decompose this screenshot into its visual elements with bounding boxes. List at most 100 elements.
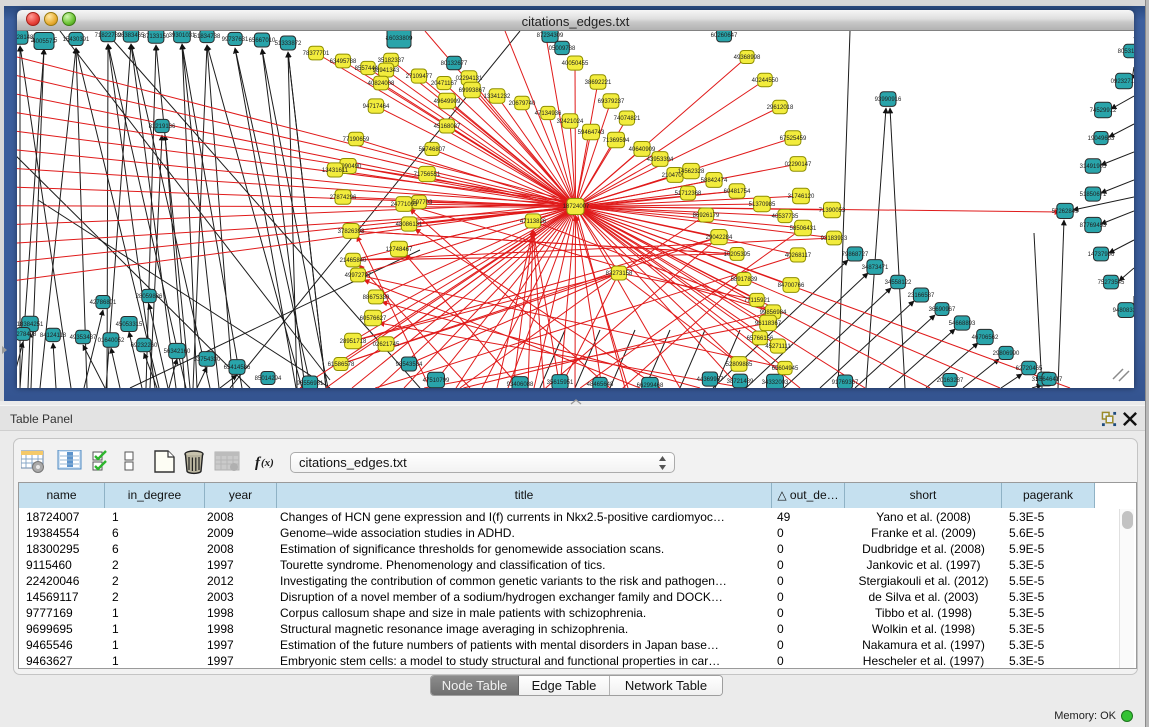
svg-text:02290147: 02290147 bbox=[785, 162, 812, 168]
svg-text:65604945: 65604945 bbox=[772, 366, 799, 372]
svg-text:38721489: 38721489 bbox=[727, 379, 754, 385]
svg-text:01640052: 01640052 bbox=[98, 338, 125, 344]
svg-text:94717464: 94717464 bbox=[363, 104, 390, 110]
svg-text:96118367: 96118367 bbox=[755, 321, 782, 327]
svg-text:54668893: 54668893 bbox=[949, 321, 976, 327]
svg-text:13431611: 13431611 bbox=[322, 168, 349, 174]
svg-text:85014294: 85014294 bbox=[255, 376, 282, 382]
svg-text:55646417: 55646417 bbox=[1036, 377, 1063, 383]
svg-text:69232260: 69232260 bbox=[131, 343, 158, 349]
svg-text:29042284: 29042284 bbox=[706, 235, 733, 241]
svg-text:69379237: 69379237 bbox=[598, 99, 625, 105]
svg-text:93990916: 93990916 bbox=[875, 97, 902, 103]
svg-text:28059826: 28059826 bbox=[136, 294, 163, 300]
svg-text:35615951: 35615951 bbox=[547, 380, 574, 386]
svg-text:60481754: 60481754 bbox=[724, 189, 751, 195]
svg-text:27109477: 27109477 bbox=[406, 74, 433, 80]
svg-text:59464743: 59464743 bbox=[578, 130, 605, 136]
svg-text:37826398: 37826398 bbox=[338, 229, 365, 235]
svg-text:51712368: 51712368 bbox=[675, 191, 702, 197]
svg-text:51834738: 51834738 bbox=[194, 34, 221, 40]
svg-text:84124118: 84124118 bbox=[40, 333, 67, 339]
svg-text:49368998: 49368998 bbox=[734, 55, 761, 61]
svg-text:36690967: 36690967 bbox=[929, 307, 956, 313]
svg-text:40050455: 40050455 bbox=[562, 61, 589, 67]
svg-text:65766156: 65766156 bbox=[747, 336, 774, 342]
svg-text:49353487: 49353487 bbox=[70, 335, 97, 341]
svg-text:74074821: 74074821 bbox=[614, 116, 641, 122]
svg-text:02294131: 02294131 bbox=[456, 76, 483, 82]
svg-text:71390053: 71390053 bbox=[819, 208, 846, 214]
svg-text:40640909: 40640909 bbox=[629, 147, 656, 153]
svg-text:44369957: 44369957 bbox=[697, 377, 724, 383]
svg-text:40268117: 40268117 bbox=[785, 253, 812, 259]
svg-text:49649909: 49649909 bbox=[434, 99, 461, 105]
svg-text:77190659: 77190659 bbox=[343, 137, 370, 143]
svg-text:48465648: 48465648 bbox=[587, 382, 614, 388]
svg-text:54278498: 54278498 bbox=[17, 332, 37, 338]
svg-text:99737631: 99737631 bbox=[222, 37, 249, 43]
svg-text:34873471: 34873471 bbox=[862, 265, 889, 271]
svg-text:23166587: 23166587 bbox=[908, 293, 935, 299]
svg-text:93406088: 93406088 bbox=[507, 382, 534, 388]
svg-text:20679740: 20679740 bbox=[509, 101, 536, 107]
svg-text:32421024: 32421024 bbox=[557, 119, 584, 125]
svg-text:09232719: 09232719 bbox=[1111, 79, 1134, 85]
svg-text:31746120: 31746120 bbox=[788, 194, 815, 200]
svg-text:14562328: 14562328 bbox=[678, 169, 705, 175]
svg-text:65667010: 65667010 bbox=[249, 38, 276, 44]
svg-text:58917839: 58917839 bbox=[731, 277, 758, 283]
svg-text:51333872: 51333872 bbox=[275, 41, 302, 47]
svg-text:21465840: 21465840 bbox=[340, 258, 367, 264]
svg-text:40824008: 40824008 bbox=[368, 81, 395, 87]
svg-text:61586578: 61586578 bbox=[328, 362, 355, 368]
svg-text:71369594: 71369594 bbox=[603, 138, 630, 144]
svg-text:46706562: 46706562 bbox=[972, 335, 999, 341]
svg-text:20471167: 20471167 bbox=[431, 81, 458, 87]
svg-text:42786801: 42786801 bbox=[90, 300, 117, 306]
svg-text:87133150: 87133150 bbox=[143, 34, 170, 40]
svg-text:63495788: 63495788 bbox=[330, 59, 357, 65]
svg-text:94808313: 94808313 bbox=[1113, 308, 1134, 314]
svg-text:93183933: 93183933 bbox=[821, 236, 848, 242]
svg-text:18724007: 18724007 bbox=[563, 204, 590, 210]
svg-text:13341232: 13341232 bbox=[484, 94, 511, 100]
svg-text:69993867: 69993867 bbox=[459, 88, 486, 94]
svg-text:88675339: 88675339 bbox=[363, 295, 390, 301]
svg-text:79868727: 79868727 bbox=[842, 252, 869, 258]
svg-text:56746807: 56746807 bbox=[419, 147, 446, 153]
svg-text:78377701: 78377701 bbox=[303, 51, 330, 57]
svg-text:45053315: 45053315 bbox=[116, 322, 143, 328]
svg-text:80531003: 80531003 bbox=[1118, 49, 1134, 55]
svg-text:33754330: 33754330 bbox=[194, 357, 221, 363]
svg-text:20163287: 20163287 bbox=[937, 378, 964, 384]
svg-text:45271111: 45271111 bbox=[765, 344, 791, 350]
svg-text:31491905: 31491905 bbox=[1080, 164, 1107, 170]
svg-text:77115921: 77115921 bbox=[744, 298, 771, 304]
svg-text:52809885: 52809885 bbox=[726, 362, 753, 368]
svg-text:05009788: 05009788 bbox=[549, 46, 576, 52]
svg-text:38692221: 38692221 bbox=[585, 80, 612, 86]
svg-text:75273545: 75273545 bbox=[1098, 280, 1125, 286]
svg-text:45168087: 45168087 bbox=[434, 124, 461, 130]
svg-text:12748467: 12748467 bbox=[386, 247, 413, 253]
svg-text:34558122: 34558122 bbox=[885, 280, 912, 286]
svg-text:60260647: 60260647 bbox=[711, 33, 738, 39]
svg-text:98543534: 98543534 bbox=[396, 362, 423, 368]
svg-text:39301031: 39301031 bbox=[169, 33, 196, 39]
svg-text:67525459: 67525459 bbox=[780, 136, 807, 142]
svg-text:4005571: 4005571 bbox=[32, 39, 56, 45]
svg-text:74529912: 74529912 bbox=[1090, 108, 1117, 114]
svg-text:47113826: 47113826 bbox=[520, 219, 547, 225]
svg-text:66299468: 66299468 bbox=[637, 383, 664, 388]
svg-text:51370985: 51370985 bbox=[749, 202, 776, 208]
svg-text:80132677: 80132677 bbox=[441, 61, 468, 67]
svg-text:98941343: 98941343 bbox=[373, 68, 400, 74]
svg-text:86926179: 86926179 bbox=[693, 213, 720, 219]
svg-text:71756551: 71756551 bbox=[414, 172, 441, 178]
svg-text:62720465: 62720465 bbox=[1016, 366, 1043, 372]
svg-text:40244550: 40244550 bbox=[752, 78, 779, 84]
svg-text:(x): (x) bbox=[261, 457, 274, 469]
svg-text:58842474: 58842474 bbox=[701, 178, 728, 184]
svg-text:60576627: 60576627 bbox=[360, 316, 387, 322]
